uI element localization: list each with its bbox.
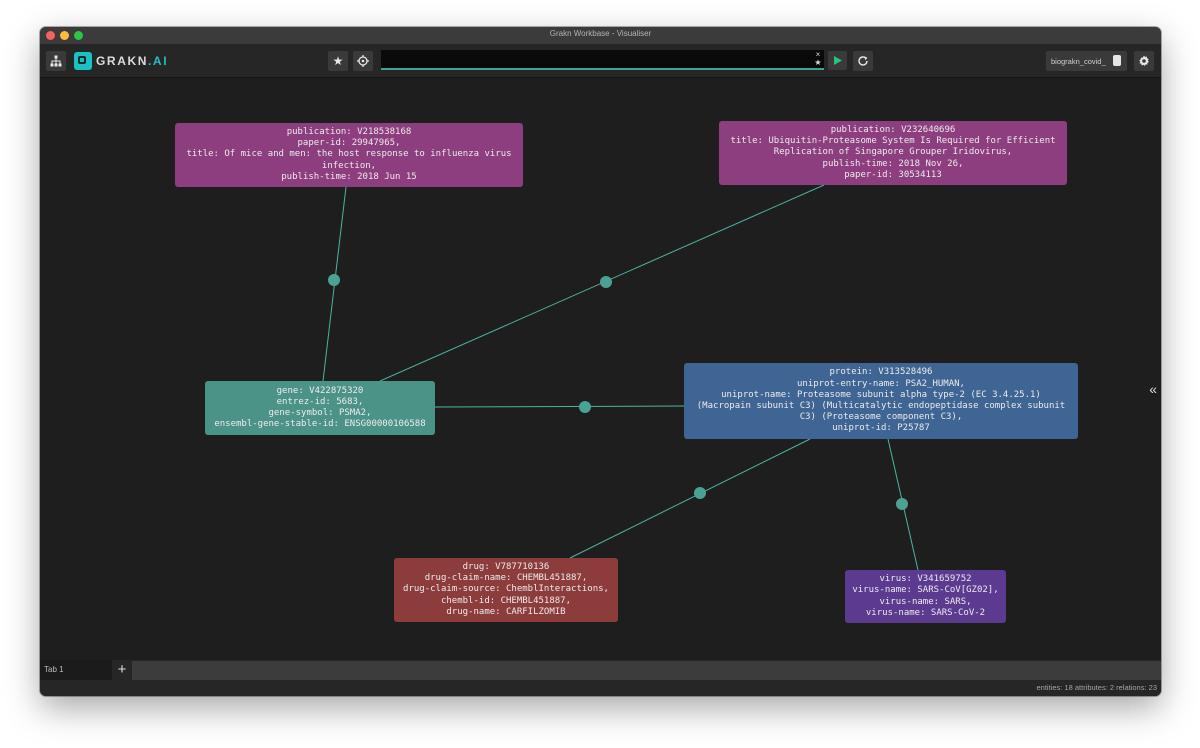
node-line: ensembl-gene-stable-id: ENSG00000106588 [214, 419, 426, 430]
node-line: uniprot-entry-name: PSA2_HUMAN, [797, 378, 965, 389]
refresh-icon [858, 56, 868, 66]
collapse-panel-button[interactable]: « [1149, 381, 1157, 397]
tab-bar-empty [132, 661, 1161, 680]
node-line: virus-name: SARS, [879, 596, 972, 607]
node-line: paper-id: 30534113 [844, 169, 942, 180]
database-icon [1113, 55, 1121, 66]
favourite-queries-button[interactable]: ★ [328, 51, 348, 71]
drug-node[interactable]: drug: V787710136 drug-claim-name: CHEMBL… [394, 558, 618, 622]
grakn-logo-icon [74, 52, 92, 70]
tab-1[interactable]: Tab 1 [40, 660, 112, 680]
clear-graph-button[interactable] [853, 51, 873, 71]
relation-node[interactable] [896, 498, 908, 510]
node-line: virus-name: SARS-CoV-2 [865, 607, 986, 618]
node-line: (Macropain subunit C3) (Multicatalytic e… [696, 401, 1066, 411]
title-bar: Grakn Workbase - Visualiser [40, 27, 1161, 45]
node-line: publish-time: 2018 Nov 26, [822, 158, 964, 169]
hierarchy-icon [50, 55, 62, 67]
node-line: drug-claim-source: ChemblInteractions, [403, 584, 609, 595]
grakn-logo: GRAKN.AI [74, 52, 168, 70]
node-line: drug: V787710136 [462, 561, 550, 572]
publication-node[interactable]: publication: V232640696 title: Ubiquitin… [719, 121, 1067, 185]
node-line: publish-time: 2018 Jun 15 [281, 171, 417, 182]
node-line: uniprot-name: Proteasome subunit alpha t… [721, 389, 1041, 400]
query-actions[interactable]: × ★ [814, 51, 822, 67]
node-line: publication: V232640696 [830, 124, 956, 135]
node-line: paper-id: 29947965, [297, 138, 401, 149]
node-line: drug-name: CARFILZOMIB [446, 606, 566, 617]
node-line: virus-name: SARS-CoV[GZ02], [852, 585, 999, 596]
node-line: Replication of Singapore Grouper Iridovi… [773, 147, 1013, 158]
node-line: C3) (Proteasome component C3), [799, 412, 963, 423]
gene-node[interactable]: gene: V422875320 entrez-id: 5683, gene-s… [205, 381, 435, 435]
crosshair-icon [357, 55, 369, 67]
edge-protein-drug [569, 438, 811, 559]
run-query-button[interactable] [828, 51, 847, 70]
database-name: biograkn_covid_ [1051, 56, 1106, 66]
node-line: drug-claim-name: CHEMBL451887, [424, 573, 588, 584]
tab-bar: Tab 1 + [40, 660, 1161, 680]
node-line: title: Ubiquitin-Proteasome System Is Re… [730, 136, 1056, 147]
node-line: chembl-id: CHEMBL451887, [440, 595, 572, 606]
node-line: protein: V313528496 [829, 367, 933, 378]
add-favourite-icon[interactable]: ★ [814, 59, 822, 67]
relation-node[interactable] [600, 276, 612, 288]
star-icon: ★ [332, 54, 344, 68]
add-tab-button[interactable]: + [112, 660, 132, 680]
graph-canvas[interactable]: publication: V218538168 paper-id: 299479… [40, 78, 1161, 660]
query-input[interactable] [381, 50, 824, 70]
virus-node[interactable]: virus: V341659752 virus-name: SARS-CoV[G… [845, 570, 1006, 623]
node-line: gene-symbol: PSMA2, [268, 408, 372, 418]
workbase-window: Grakn Workbase - Visualiser GRAKN.AI ★ ×… [40, 27, 1161, 696]
settings-button[interactable] [1134, 51, 1154, 71]
relation-node[interactable] [328, 274, 340, 286]
grakn-logo-text: GRAKN.AI [96, 54, 169, 68]
window-title: Grakn Workbase - Visualiser [549, 29, 652, 38]
play-icon [833, 56, 842, 65]
relation-node[interactable] [579, 401, 591, 413]
edge-gene-protein [434, 405, 685, 408]
database-selector[interactable]: biograkn_covid_ [1046, 51, 1127, 71]
node-line: title: Of mice and men: the host respons… [186, 149, 512, 160]
relation-node[interactable] [694, 487, 706, 499]
node-line: virus: V341659752 [879, 574, 972, 585]
node-line: uniprot-id: P25787 [832, 423, 930, 434]
publication-node[interactable]: publication: V218538168 paper-id: 299479… [175, 123, 523, 187]
status-bar: entities: 18 attributes: 2 relations: 23 [40, 680, 1161, 696]
types-panel-button[interactable] [353, 51, 373, 71]
protein-node[interactable]: protein: V313528496 uniprot-entry-name: … [684, 363, 1078, 439]
schema-design-button[interactable] [46, 51, 66, 71]
node-line: gene: V422875320 [276, 385, 364, 396]
toolbar: GRAKN.AI ★ × ★ biograkn_covid_ [40, 44, 1161, 78]
node-line: infection, [321, 160, 377, 171]
node-line: publication: V218538168 [286, 126, 412, 137]
node-line: entrez-id: 5683, [276, 396, 364, 407]
gear-icon [1139, 55, 1149, 66]
